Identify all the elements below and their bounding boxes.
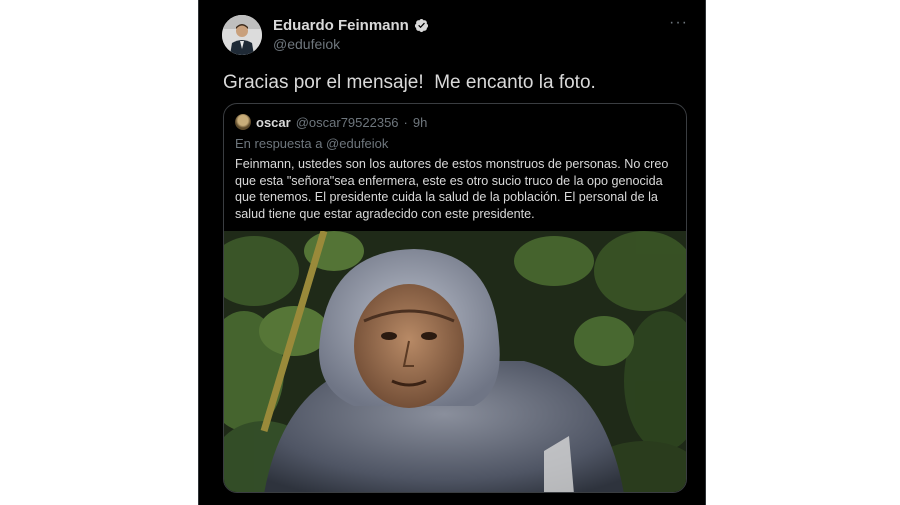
author-name-text: Eduardo Feinmann: [273, 17, 409, 34]
gorilla-photo-illustration: [224, 229, 686, 492]
author-display-name[interactable]: Eduardo Feinmann: [273, 17, 429, 34]
quoted-tweet[interactable]: oscar @oscar79522356 · 9h En respuesta a…: [223, 103, 687, 493]
quoted-tweet-time[interactable]: 9h: [413, 115, 427, 130]
quoted-tweet-text: Feinmann, ustedes son los autores de est…: [235, 157, 669, 221]
tweet-card: Eduardo Feinmann @edufeiok ··· Gracias p…: [198, 0, 706, 505]
quoted-author-avatar: [235, 114, 251, 130]
author-avatar[interactable]: [222, 15, 262, 55]
quoted-tweet-image[interactable]: [224, 229, 686, 492]
quoted-author-handle: @oscar79522356: [295, 114, 399, 130]
reply-to-label: En respuesta a @edufeiok: [235, 136, 389, 151]
author-handle[interactable]: @edufeiok: [273, 36, 340, 52]
dot-separator: ·: [403, 114, 408, 130]
more-options-icon[interactable]: ···: [669, 14, 688, 32]
quoted-tweet-header: oscar @oscar79522356 · 9h: [235, 114, 427, 130]
verified-badge-icon: [414, 18, 428, 33]
quoted-author-name[interactable]: oscar: [256, 115, 291, 130]
tweet-text: Gracias por el mensaje! Me encanto la fo…: [223, 72, 596, 93]
